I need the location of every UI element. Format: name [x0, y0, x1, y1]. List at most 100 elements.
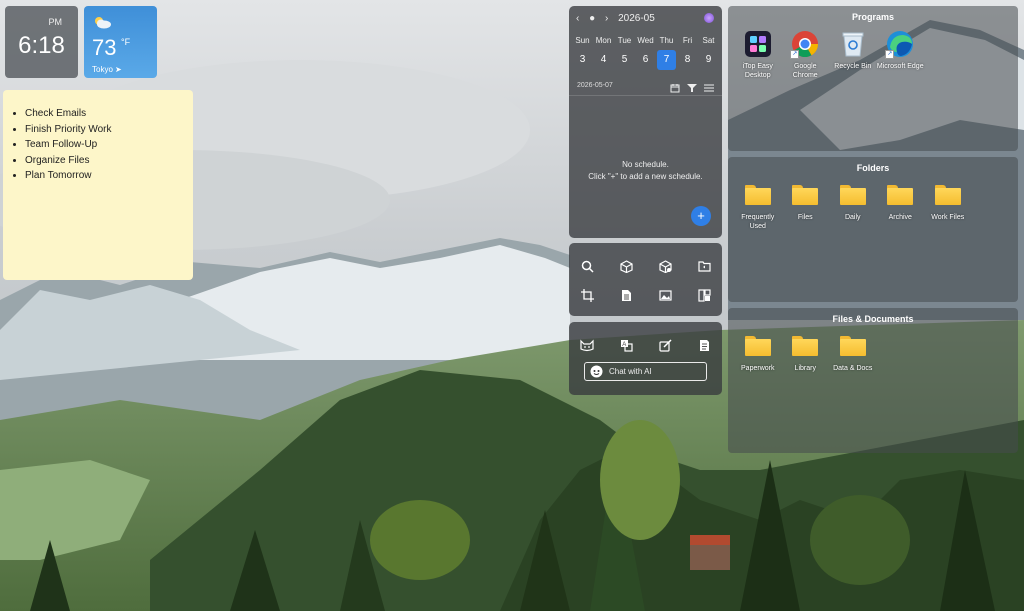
- files-documents-fence[interactable]: Files & Documents Paperwork Library Data…: [728, 308, 1018, 453]
- crop-icon[interactable]: [579, 287, 595, 303]
- next-week-button[interactable]: ›: [605, 13, 608, 24]
- shortcut-label: Microsoft Edge: [876, 63, 924, 70]
- location-arrow-icon: ➤: [115, 65, 122, 74]
- empty-line-2: Click "+" to add a new schedule.: [588, 172, 703, 181]
- folder-icon: [839, 336, 866, 356]
- folder-icon: [934, 185, 961, 205]
- folder-item[interactable]: Data & Docs: [829, 331, 877, 373]
- folder-item[interactable]: Daily: [829, 180, 877, 231]
- folder-label: Paperwork: [741, 365, 775, 372]
- folder-label: Library: [794, 365, 816, 372]
- todo-item: Check Emails: [25, 106, 112, 122]
- chat-with-ai-label: Chat with AI: [609, 367, 652, 376]
- todo-item: Finish Priority Work: [25, 122, 112, 138]
- folder-item[interactable]: Work Files: [924, 180, 972, 231]
- folder-label: Files: [797, 214, 813, 221]
- cube-icon[interactable]: [618, 258, 634, 274]
- folder-label: Archive: [888, 214, 912, 221]
- shortcut-label: Recycle Bin: [834, 63, 872, 70]
- weather-unit: °F: [121, 37, 131, 47]
- date-cell[interactable]: 3: [573, 50, 592, 70]
- date-cell[interactable]: 4: [594, 50, 613, 70]
- folder-icon: [839, 185, 866, 205]
- folder-label: Data & Docs: [833, 365, 873, 372]
- divider: [569, 95, 722, 96]
- weekday-label: Mon: [595, 36, 612, 45]
- search-icon[interactable]: [579, 258, 595, 274]
- folder-item[interactable]: Frequently Used: [734, 180, 782, 231]
- weekday-label: Wed: [637, 36, 654, 45]
- chat-with-ai-button[interactable]: Chat with AI: [584, 362, 707, 381]
- layout-icon[interactable]: [696, 287, 712, 303]
- todo-item: Plan Tomorrow: [25, 168, 112, 184]
- fence-title: Programs: [851, 12, 895, 22]
- chrome-icon: ↗: [790, 29, 820, 59]
- sticky-note[interactable]: Check Emails Finish Priority Work Team F…: [3, 90, 193, 280]
- folder-item[interactable]: Paperwork: [734, 331, 782, 373]
- clock-ampm: PM: [48, 17, 63, 27]
- box-icon[interactable]: [657, 258, 673, 274]
- weekday-label: Thu: [659, 36, 674, 45]
- today-dot-button[interactable]: ●: [589, 13, 595, 24]
- weekday-label: Tue: [617, 36, 632, 45]
- folder-label: Frequently Used: [741, 214, 775, 230]
- weekday-label: Fri: [682, 36, 693, 45]
- date-cell[interactable]: 8: [678, 50, 697, 70]
- selected-date: 2026-05-07: [577, 82, 613, 89]
- image-icon[interactable]: [657, 287, 673, 303]
- shortcut-label: Google Chrome: [792, 63, 818, 79]
- desktop-shortcut-edge[interactable]: ↗ Microsoft Edge: [877, 29, 925, 80]
- folder-item[interactable]: Files: [782, 180, 830, 231]
- date-cell[interactable]: 5: [615, 50, 634, 70]
- desktop-shortcut-itop[interactable]: iTop Easy Desktop: [734, 29, 782, 80]
- folder-item[interactable]: Archive: [877, 180, 925, 231]
- date-cell[interactable]: 6: [636, 50, 655, 70]
- partly-cloudy-icon: [92, 15, 112, 29]
- calendar-month: 2026-05: [618, 13, 655, 24]
- todo-item: Organize Files: [25, 153, 112, 169]
- calendar-header: ‹ ● › 2026-05: [576, 13, 662, 24]
- date-row: 3 4 5 6 7 8 9: [569, 50, 722, 70]
- translate-icon[interactable]: A: [618, 337, 634, 353]
- tools-widget: [569, 243, 722, 316]
- programs-fence[interactable]: Programs iTop Easy Desktop ↗ Google Chro…: [728, 6, 1018, 151]
- prev-week-button[interactable]: ‹: [576, 13, 579, 24]
- desktop-shortcut-recycle-bin[interactable]: Recycle Bin: [829, 29, 877, 80]
- desktop-shortcut-chrome[interactable]: ↗ Google Chrome: [782, 29, 830, 80]
- todo-list: Check Emails Finish Priority Work Team F…: [25, 106, 112, 184]
- folder-icon: [792, 185, 819, 205]
- ai-bot-icon: [590, 365, 603, 378]
- weather-widget[interactable]: 73 °F Tokyo ➤: [84, 6, 157, 78]
- folder-item[interactable]: Library: [782, 331, 830, 373]
- shortcut-arrow-icon: ↗: [790, 50, 800, 59]
- fence-title: Folders: [856, 163, 890, 173]
- svg-text:A: A: [622, 342, 626, 348]
- folders-list: Frequently Used Files Daily Archive Work…: [728, 180, 972, 231]
- calendar-widget: ‹ ● › 2026-05 Sun Mon Tue Wed Thu Fri Sa…: [569, 6, 722, 238]
- folders-fence[interactable]: Folders Frequently Used Files Daily Arch…: [728, 157, 1018, 302]
- add-schedule-button[interactable]: +: [691, 206, 711, 226]
- ai-widget: A Chat with AI: [569, 322, 722, 395]
- folder-icon: [744, 185, 771, 205]
- clock-widget[interactable]: PM 6:18: [5, 6, 78, 78]
- recycle-bin-icon: [838, 29, 868, 59]
- folder-arrow-icon[interactable]: [696, 258, 712, 274]
- folder-icon: [792, 336, 819, 356]
- shortcut-arrow-icon: ↗: [885, 50, 895, 59]
- itop-icon: [743, 29, 773, 59]
- date-cell[interactable]: 9: [699, 50, 718, 70]
- weekday-label: Sun: [575, 36, 590, 45]
- programs-list: iTop Easy Desktop ↗ Google Chrome Recycl…: [728, 29, 924, 80]
- cat-icon[interactable]: [579, 337, 595, 353]
- edit-icon[interactable]: [657, 337, 673, 353]
- folder-icon: [744, 336, 771, 356]
- notes-icon[interactable]: [696, 337, 712, 353]
- documents-list: Paperwork Library Data & Docs: [728, 331, 877, 373]
- folder-icon: [887, 185, 914, 205]
- fence-title: Files & Documents: [832, 314, 914, 324]
- document-icon[interactable]: [618, 287, 634, 303]
- empty-line-1: No schedule.: [622, 160, 669, 169]
- avatar[interactable]: [704, 13, 714, 23]
- edge-icon: ↗: [885, 29, 915, 59]
- date-cell-today[interactable]: 7: [657, 50, 676, 70]
